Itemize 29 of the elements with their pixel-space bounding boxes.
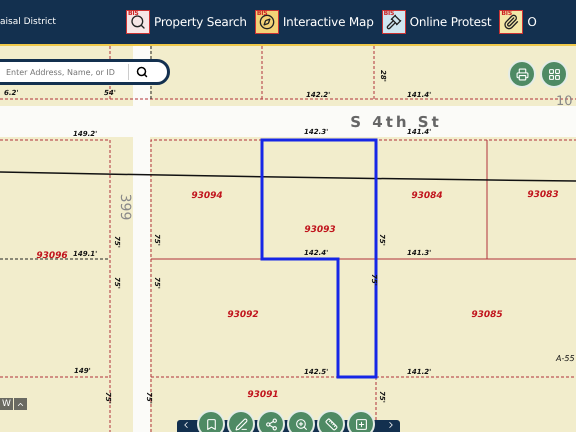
- parcel-id[interactable]: 93083: [527, 190, 559, 200]
- compass-icon: [258, 14, 275, 30]
- parcel-id[interactable]: 93093: [304, 225, 336, 235]
- magnifier-icon: [130, 14, 146, 30]
- road-number: 399: [117, 194, 133, 220]
- search-input[interactable]: Enter Address, Name, or ID: [4, 66, 128, 78]
- parcel-id[interactable]: 93085: [471, 310, 503, 320]
- pen-icon: [234, 418, 248, 430]
- grid-icon: [548, 68, 560, 80]
- parcel-id[interactable]: 93091: [247, 390, 279, 400]
- collapse-button[interactable]: [14, 398, 27, 410]
- gavel-icon: [386, 14, 402, 30]
- parcel-id[interactable]: 93092: [227, 310, 259, 320]
- abstract-label: A-55: [556, 354, 575, 363]
- parcel-id[interactable]: 93084: [411, 191, 443, 201]
- printer-icon: [516, 68, 528, 80]
- map-label: 10: [556, 94, 573, 109]
- bookmark-icon: [204, 418, 218, 430]
- paperclip-icon: [503, 14, 520, 30]
- plus-square-icon: [354, 418, 368, 430]
- panel-toggle[interactable]: W: [0, 398, 13, 410]
- share-icon: [264, 418, 278, 430]
- parcel-id[interactable]: 93096: [36, 251, 68, 261]
- ruler-icon: [324, 418, 338, 430]
- district-name: aisal District: [0, 17, 57, 27]
- zoom-in-icon: [294, 418, 308, 430]
- parcel-id[interactable]: 93094: [191, 191, 223, 201]
- search-icon[interactable]: [136, 66, 148, 78]
- search-field[interactable]: Enter Address, Name, or ID: [0, 59, 170, 85]
